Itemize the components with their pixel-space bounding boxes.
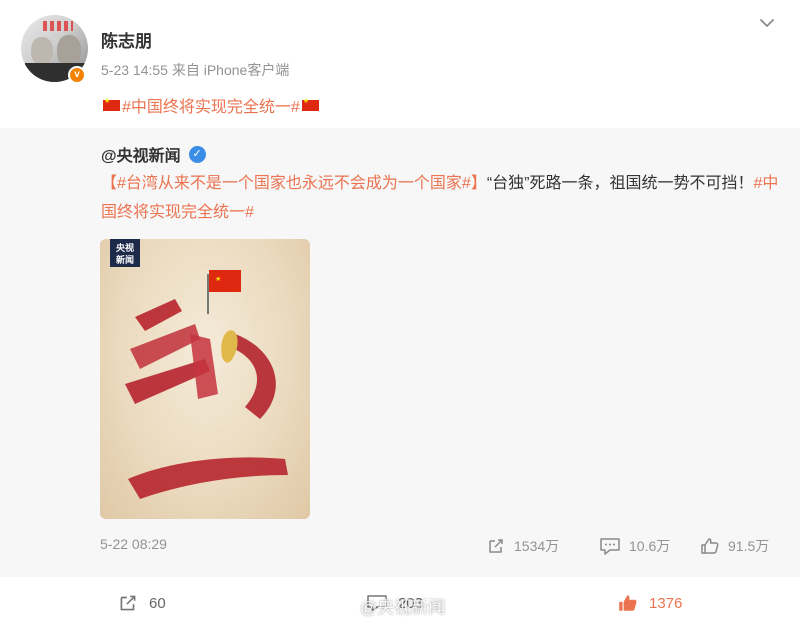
verified-check-icon: ✓ bbox=[188, 145, 206, 163]
repost-time: 5-22 08:29 bbox=[100, 536, 167, 552]
like-count: 91.5万 bbox=[728, 538, 770, 554]
watermark-text: @央视新闻 bbox=[360, 598, 446, 617]
poster-flag bbox=[209, 270, 241, 292]
like-button-count: 1376 bbox=[649, 594, 683, 612]
repost-stats: 5-22 08:29 1534万 10.6万 91.5万 bbox=[0, 536, 800, 558]
repost-text: 【#台湾从来不是一个国家也永远不会成为一个国家#】“台独”死路一条，祖国统一势不… bbox=[101, 169, 781, 227]
repost-button[interactable]: 60 bbox=[117, 592, 166, 614]
taiwan-island-icon bbox=[221, 330, 238, 363]
brush-stroke bbox=[130, 324, 200, 369]
share-icon bbox=[120, 595, 136, 611]
verified-v-icon: v bbox=[68, 66, 86, 84]
flag-star-icon: ★ bbox=[215, 275, 221, 283]
topic-link[interactable]: #台湾从来不是一个国家也永远不会成为一个国家# bbox=[117, 175, 471, 192]
repost-body: “台独”死路一条，祖国统一势不可挡！ bbox=[486, 175, 754, 192]
poster-artwork: 央视 新闻 ★ bbox=[110, 239, 288, 499]
username[interactable]: 陈志朋 bbox=[101, 27, 152, 52]
bracket-close: 】 bbox=[470, 175, 487, 192]
weibo-logo-icon bbox=[330, 597, 355, 615]
avatar-flags bbox=[43, 21, 73, 31]
thumbs-up-filled-icon bbox=[619, 595, 637, 611]
brush-stroke bbox=[190, 334, 218, 399]
post-text: #中国终将实现完全统一# bbox=[101, 93, 321, 117]
repost-count-stat[interactable]: 1534万 bbox=[486, 536, 559, 556]
post-meta: 5-23 14:55 来自 iPhone客户端 bbox=[101, 62, 290, 78]
post-topic-link[interactable]: #中国终将实现完全统一# bbox=[122, 93, 300, 117]
thumbs-up-icon bbox=[701, 538, 719, 554]
weibo-watermark: @央视新闻 bbox=[330, 593, 445, 618]
comment-icon bbox=[600, 538, 620, 555]
avatar-face-left bbox=[31, 37, 53, 65]
post-header: v 陈志朋 5-23 14:55 来自 iPhone客户端 #中国终将实现完全统… bbox=[0, 0, 800, 128]
logo-line-1: 央视 bbox=[116, 242, 134, 254]
repost-author-name[interactable]: @央视新闻 bbox=[101, 142, 181, 166]
repost-image[interactable]: 央视 新闻 ★ bbox=[100, 239, 310, 519]
repost-box[interactable]: @央视新闻 ✓ 【#台湾从来不是一个国家也永远不会成为一个国家#】“台独”死路一… bbox=[0, 128, 800, 577]
logo-line-2: 新闻 bbox=[116, 254, 134, 266]
share-icon bbox=[489, 539, 503, 553]
brush-stroke bbox=[135, 299, 182, 331]
brush-stroke-yi bbox=[128, 457, 288, 499]
repost-count: 1534万 bbox=[514, 538, 560, 554]
like-count-stat[interactable]: 91.5万 bbox=[700, 536, 769, 556]
china-flag-icon bbox=[103, 97, 120, 111]
comment-count-stat[interactable]: 10.6万 bbox=[599, 536, 670, 556]
action-bar: 60 203 1376 @央视新闻 bbox=[0, 577, 800, 625]
repost-author[interactable]: @央视新闻 ✓ bbox=[101, 142, 206, 166]
like-button[interactable]: 1376 bbox=[617, 592, 682, 614]
chevron-down-icon[interactable] bbox=[758, 14, 776, 32]
china-flag-icon bbox=[301, 97, 319, 111]
comment-count: 10.6万 bbox=[629, 538, 671, 554]
repost-button-count: 60 bbox=[149, 594, 166, 612]
bracket-open: 【 bbox=[101, 175, 118, 192]
